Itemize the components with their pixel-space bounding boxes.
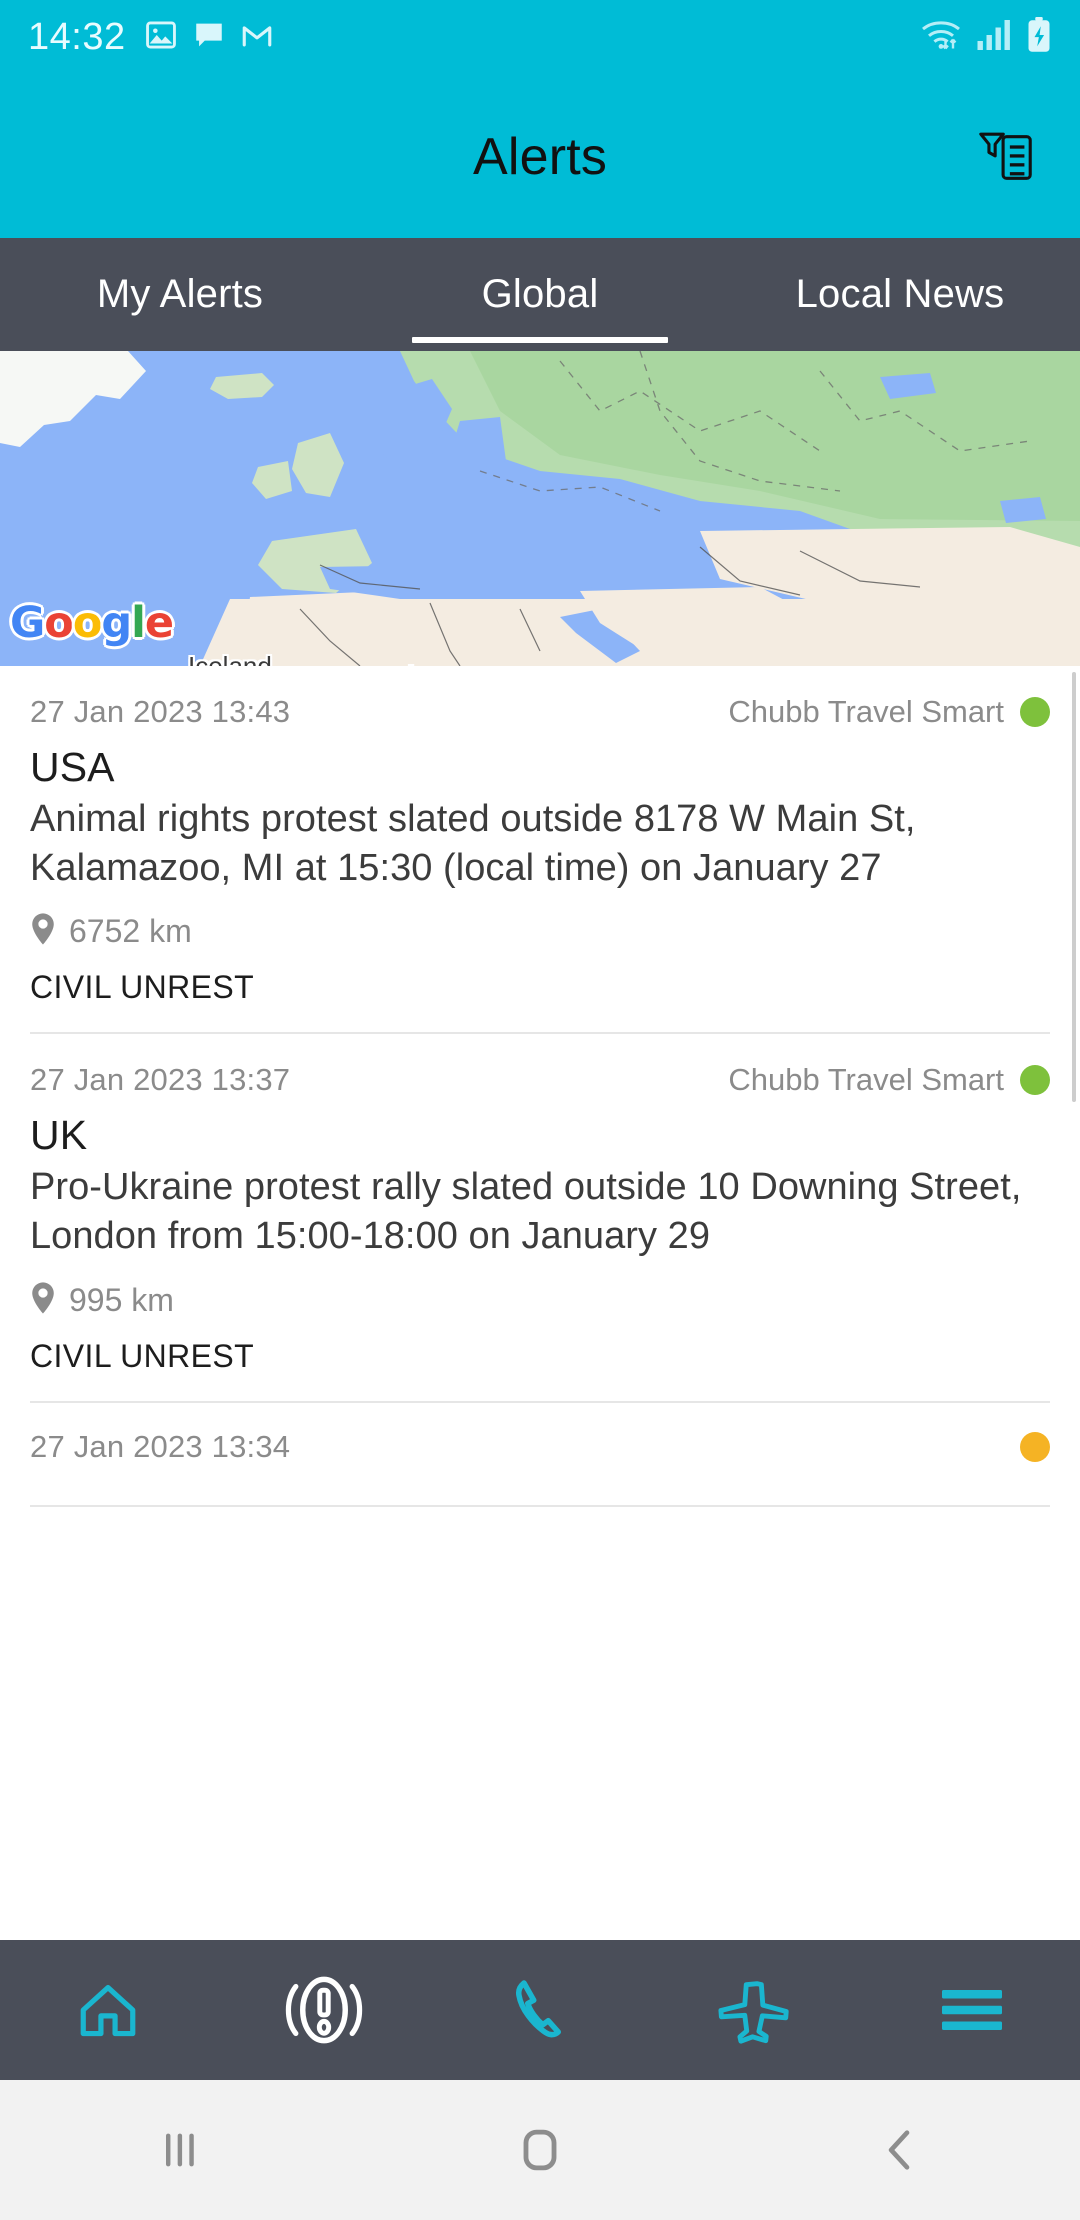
home-square-icon xyxy=(523,2129,557,2171)
alert-category: CIVIL UNREST xyxy=(30,969,255,1006)
battery-charging-icon xyxy=(1026,17,1052,58)
phone-icon xyxy=(516,1980,561,2038)
image-icon xyxy=(144,18,178,57)
bottom-nav-more[interactable] xyxy=(864,1980,1080,2040)
alerts-list[interactable]: 27 Jan 2023 13:43 Chubb Travel Smart USA… xyxy=(0,666,1080,1940)
alert-description: Pro-Ukraine protest rally slated outside… xyxy=(30,1166,1022,1257)
alert-source: Chubb Travel Smart xyxy=(728,694,1050,730)
bottom-nav xyxy=(0,1940,1080,2080)
bottom-nav-home[interactable] xyxy=(0,1977,216,2043)
list-item[interactable]: 27 Jan 2023 13:34 xyxy=(30,1403,1050,1507)
app-bar: Alerts xyxy=(0,75,1080,238)
status-bar-clock: 14:32 xyxy=(28,16,126,58)
wifi-icon xyxy=(920,18,962,57)
alert-timestamp: 27 Jan 2023 13:43 xyxy=(30,694,291,729)
system-nav-bar xyxy=(0,2080,1080,2220)
list-scrollbar[interactable] xyxy=(1072,672,1076,1102)
tab-local-news-label: Local News xyxy=(795,272,1005,316)
airplane-icon xyxy=(718,1981,789,2044)
system-nav-home[interactable] xyxy=(360,2121,720,2179)
status-badge xyxy=(1020,1431,1050,1462)
alert-distance-value: 995 km xyxy=(69,1281,174,1318)
bottom-nav-trips[interactable] xyxy=(648,1975,864,2045)
alert-source-name: Chubb Travel Smart xyxy=(728,694,1004,729)
system-nav-back[interactable] xyxy=(720,2122,1080,2178)
alert-source: Chubb Travel Smart xyxy=(728,1062,1050,1098)
alert-header: 27 Jan 2023 13:34 xyxy=(30,1429,1050,1465)
tab-global[interactable]: Global xyxy=(360,238,720,351)
status-bar-notification-icons xyxy=(144,18,274,57)
alert-header: 27 Jan 2023 13:43 Chubb Travel Smart xyxy=(30,694,1050,730)
menu-icon xyxy=(942,1990,1002,2030)
location-pin-icon xyxy=(30,912,56,951)
tab-bar: My Alerts Global Local News xyxy=(0,238,1080,351)
list-item[interactable]: 27 Jan 2023 13:37 Chubb Travel Smart UK … xyxy=(30,1034,1050,1403)
back-chevron-icon xyxy=(888,2130,910,2170)
cellular-signal-icon xyxy=(976,18,1012,57)
tab-my-alerts[interactable]: My Alerts xyxy=(0,238,360,351)
alert-country: USA xyxy=(30,744,115,790)
system-nav-recents[interactable] xyxy=(0,2122,360,2178)
list-item[interactable]: 27 Jan 2023 13:43 Chubb Travel Smart USA… xyxy=(30,666,1050,1035)
location-pin-icon xyxy=(30,1281,56,1320)
alert-header: 27 Jan 2023 13:37 Chubb Travel Smart xyxy=(30,1062,1050,1098)
tab-my-alerts-label: My Alerts xyxy=(96,272,264,316)
status-badge xyxy=(1020,1065,1050,1096)
alert-timestamp: 27 Jan 2023 13:34 xyxy=(30,1428,291,1464)
tab-global-label: Global xyxy=(481,272,599,316)
app-root: 14:32 Alerts My Alerts Global Local News… xyxy=(0,0,1080,2220)
gmail-icon xyxy=(240,18,274,57)
alert-distance: 995 km xyxy=(30,1281,1050,1320)
page-title: Alerts xyxy=(472,127,608,186)
tab-local-news[interactable]: Local News xyxy=(720,238,1080,351)
home-icon xyxy=(80,1985,136,2037)
alert-source-name: Chubb Travel Smart xyxy=(728,1062,1004,1098)
tab-indicator-active xyxy=(412,337,668,343)
alerts-map[interactable]: Iceland Nor vede U King nany Ukraine Kaz… xyxy=(0,351,1080,666)
status-bar: 14:32 xyxy=(0,0,1080,75)
bottom-nav-alerts[interactable] xyxy=(216,1971,432,2049)
alert-description: Animal rights protest slated outside 817… xyxy=(30,798,916,889)
alert-country: UK xyxy=(30,1112,88,1159)
google-logo: Google xyxy=(10,598,174,648)
alert-source xyxy=(1020,1431,1050,1462)
alert-timestamp: 27 Jan 2023 13:37 xyxy=(30,1062,291,1098)
bottom-nav-call[interactable] xyxy=(432,1975,648,2045)
alert-distance-value: 6752 km xyxy=(69,913,192,950)
filter-list-icon[interactable] xyxy=(966,117,1046,197)
message-icon xyxy=(192,18,226,57)
alerts-icon xyxy=(285,1976,363,2044)
recents-icon xyxy=(166,2133,194,2167)
status-bar-system-icons xyxy=(920,17,1052,58)
alert-distance: 6752 km xyxy=(30,912,1050,951)
alert-category: CIVIL UNREST xyxy=(30,1337,255,1374)
status-badge xyxy=(1020,697,1050,727)
